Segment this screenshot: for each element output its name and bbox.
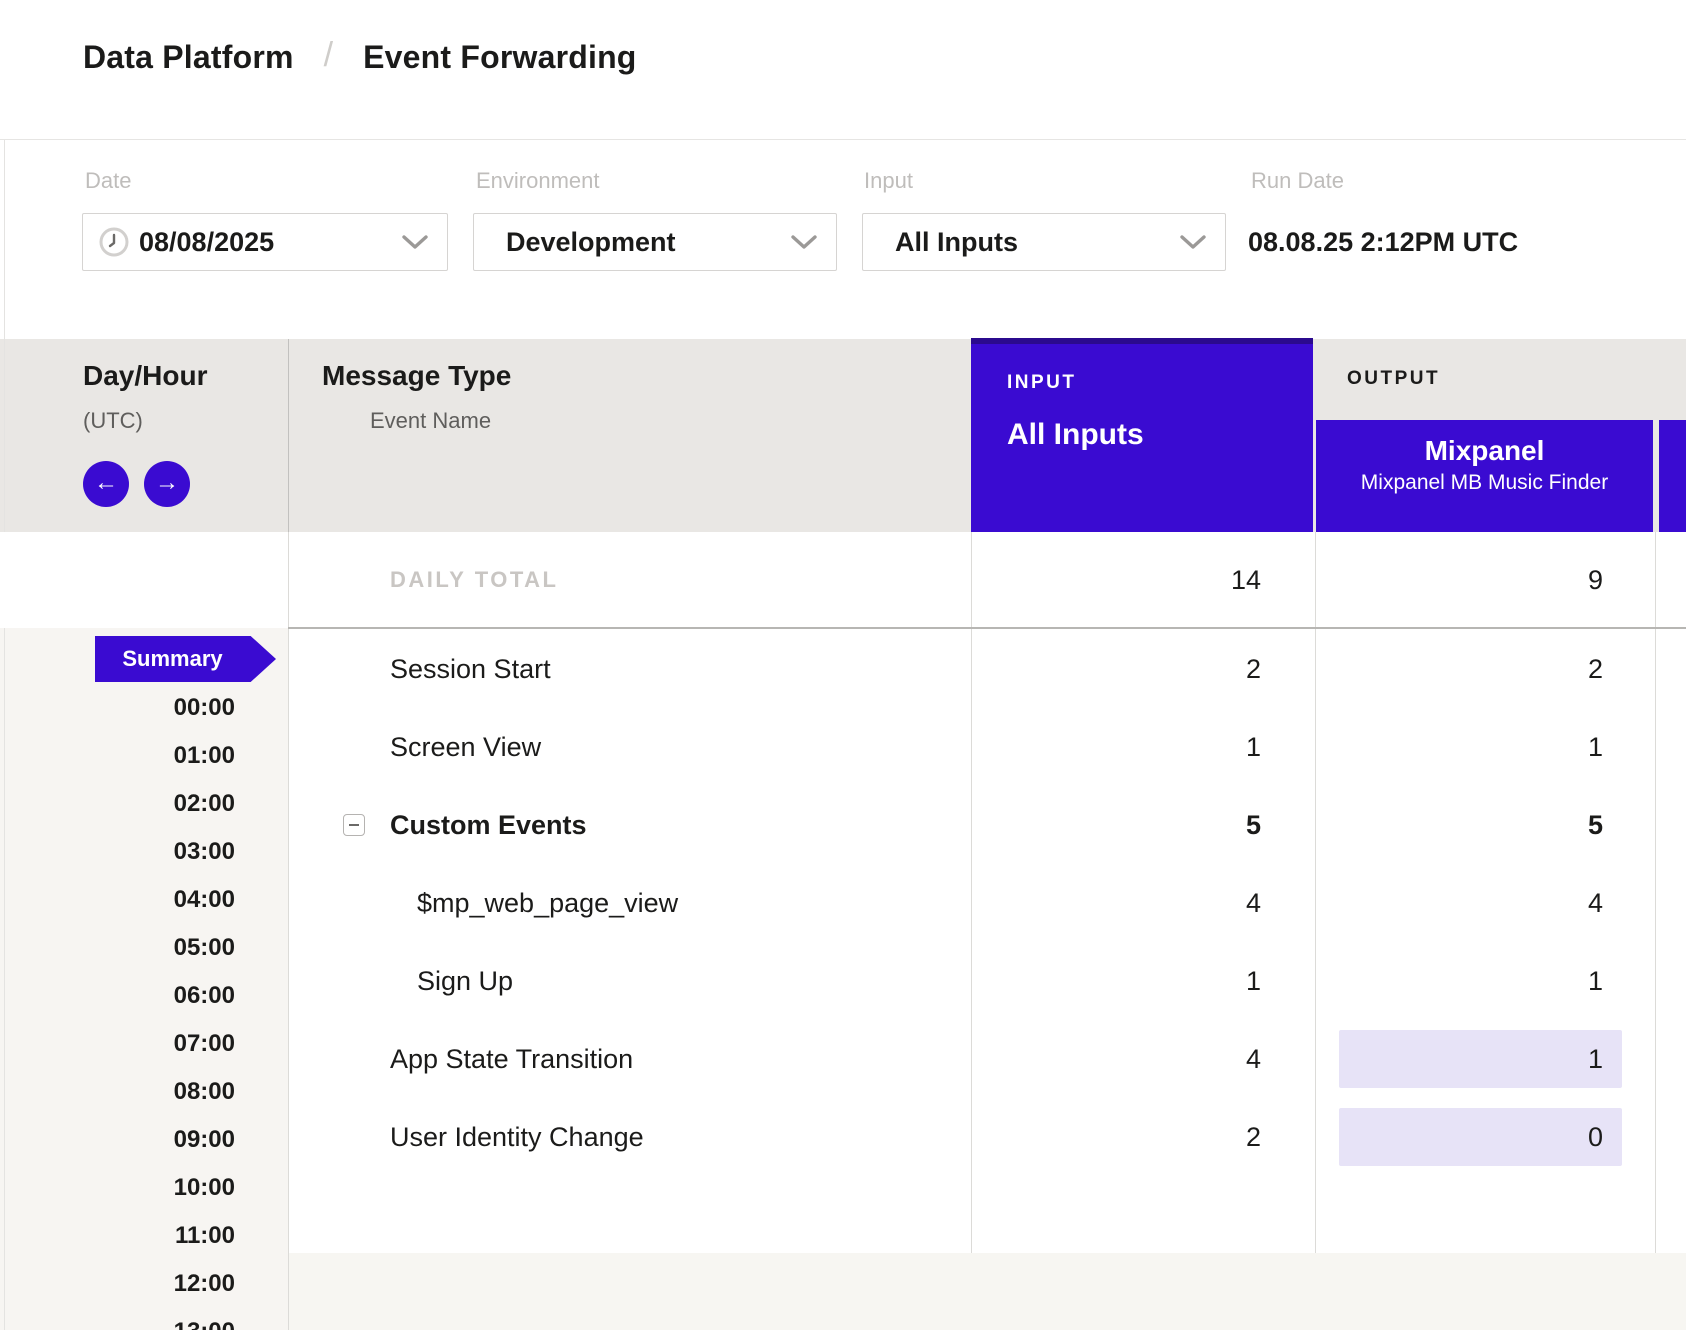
table-row: App State Transition 4 1	[0, 1020, 1686, 1098]
event-name: Sign Up	[417, 942, 513, 1020]
input-column-kicker: INPUT	[1007, 372, 1077, 394]
chevron-down-icon	[791, 235, 817, 249]
daily-total-input-value: 14	[971, 532, 1261, 628]
page-title: Event Forwarding	[363, 39, 636, 76]
message-type-column-title: Message Type	[322, 360, 511, 392]
hour-column-divider	[288, 532, 289, 1330]
next-day-button[interactable]: →	[144, 461, 190, 507]
output-column-subtitle: Mixpanel MB Music Finder	[1316, 469, 1653, 497]
table-row: User Identity Change 2 0	[0, 1098, 1686, 1176]
filter-bar: Date Environment Input Run Date 08/08/20…	[0, 140, 1686, 339]
output-column-name: Mixpanel	[1316, 433, 1653, 469]
hour-item-13[interactable]: 13:00	[0, 1308, 235, 1330]
output-count: 0	[1315, 1098, 1603, 1176]
chevron-down-icon	[1180, 235, 1206, 249]
table-footer-band	[289, 1253, 1686, 1330]
day-hour-column-title: Day/Hour	[83, 360, 207, 392]
input-column-divider	[971, 532, 972, 1330]
input-count: 2	[971, 630, 1261, 708]
run-date-value: 08.08.25 2:12PM UTC	[1248, 213, 1518, 271]
input-filter-label: Input	[864, 168, 913, 194]
daily-total-label: DAILY TOTAL	[390, 532, 558, 628]
input-count: 1	[971, 708, 1261, 786]
next-output-column-divider	[1655, 532, 1656, 1330]
input-column-header[interactable]: INPUT All Inputs	[971, 338, 1313, 532]
output-column-header-mixpanel[interactable]: Mixpanel Mixpanel MB Music Finder	[1316, 420, 1653, 532]
table-row-custom-events: Custom Events 5 5	[0, 786, 1686, 864]
day-hour-column-subtitle: (UTC)	[83, 408, 143, 434]
input-count: 4	[971, 864, 1261, 942]
event-name: Custom Events	[390, 786, 587, 864]
breadcrumb-section[interactable]: Data Platform	[83, 39, 294, 76]
event-name: Screen View	[390, 708, 541, 786]
output-count: 5	[1315, 786, 1603, 864]
table-row-child: Sign Up 1 1	[0, 942, 1686, 1020]
day-navigation: ← →	[83, 461, 190, 507]
hour-item-11[interactable]: 11:00	[0, 1212, 235, 1260]
date-value: 08/08/2025	[139, 227, 274, 258]
run-date-label: Run Date	[1251, 168, 1344, 194]
input-count: 1	[971, 942, 1261, 1020]
input-count: 2	[971, 1098, 1261, 1176]
event-name: App State Transition	[390, 1020, 633, 1098]
previous-day-button[interactable]: ←	[83, 461, 129, 507]
environment-value: Development	[506, 227, 676, 258]
hour-column-divider	[288, 339, 289, 532]
daily-total-output-value: 9	[1315, 532, 1603, 628]
clock-icon	[99, 227, 129, 257]
message-type-column-subtitle: Event Name	[370, 408, 491, 434]
input-dropdown[interactable]: All Inputs	[862, 213, 1226, 271]
event-name: User Identity Change	[390, 1098, 644, 1176]
event-name: Session Start	[390, 630, 551, 708]
date-filter-label: Date	[85, 168, 131, 194]
chevron-down-icon	[402, 235, 428, 249]
output-count: 4	[1315, 864, 1603, 942]
table-row: Session Start 2 2	[0, 630, 1686, 708]
breadcrumb: Data Platform / Event Forwarding	[83, 38, 637, 77]
output-count: 1	[1315, 942, 1603, 1020]
table-row: Screen View 1 1	[0, 708, 1686, 786]
output-count: 1	[1315, 1020, 1603, 1098]
table-row-child: $mp_web_page_view 4 4	[0, 864, 1686, 942]
environment-dropdown[interactable]: Development	[473, 213, 837, 271]
arrow-left-icon: ←	[94, 469, 118, 497]
input-column-name: All Inputs	[1007, 418, 1144, 452]
hour-item-12[interactable]: 12:00	[0, 1260, 235, 1308]
output-count: 2	[1315, 630, 1603, 708]
input-value: All Inputs	[895, 227, 1018, 258]
daily-total-row: DAILY TOTAL 14 9	[0, 532, 1686, 628]
collapse-icon[interactable]	[343, 814, 365, 836]
input-count: 5	[971, 786, 1261, 864]
output-count: 1	[1315, 708, 1603, 786]
output-section-label: OUTPUT	[1347, 368, 1440, 390]
breadcrumb-separator: /	[324, 36, 333, 75]
arrow-right-icon: →	[155, 469, 179, 497]
next-output-column-header-partial[interactable]	[1659, 420, 1686, 532]
environment-filter-label: Environment	[476, 168, 600, 194]
date-dropdown[interactable]: 08/08/2025	[82, 213, 448, 271]
event-forwarding-page: Data Platform / Event Forwarding Date En…	[0, 0, 1686, 1330]
input-count: 4	[971, 1020, 1261, 1098]
event-name: $mp_web_page_view	[417, 864, 678, 942]
top-bar: Data Platform / Event Forwarding	[0, 0, 1686, 140]
